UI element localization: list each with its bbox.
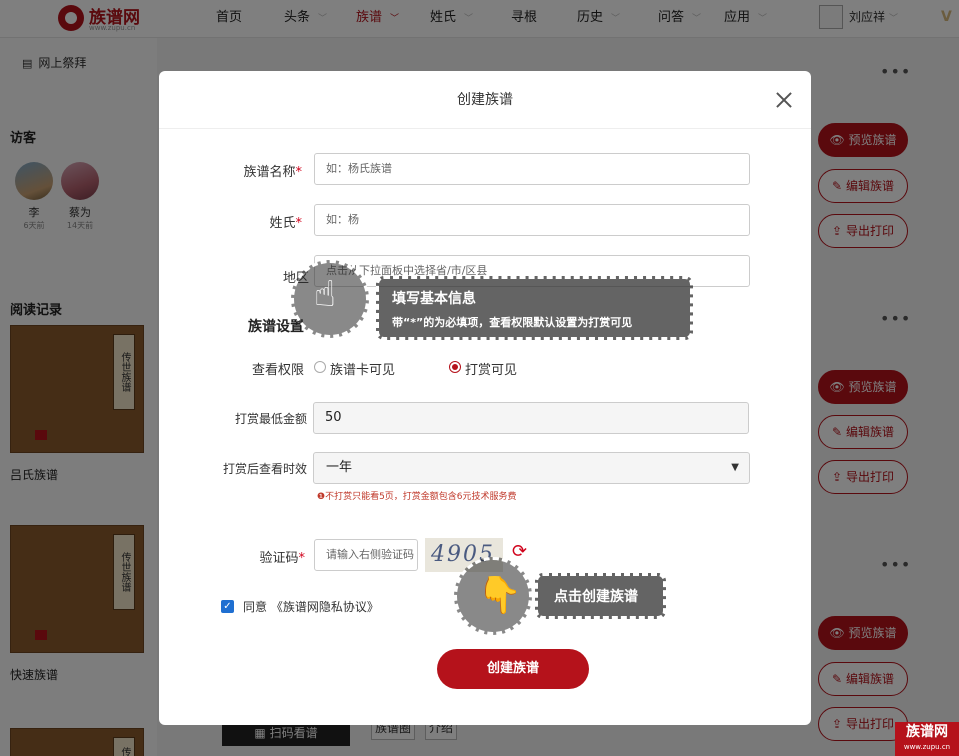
duration-select[interactable]: 一年 ▼ (313, 452, 750, 484)
chevron-down-icon: ▼ (731, 462, 739, 473)
guide-tip-title: 填写基本信息 (392, 291, 476, 307)
guide-tip-fill-info: 填写基本信息 带“*”的为必填项，查看权限默认设置为打赏可见 (376, 276, 693, 340)
modal-title: 创建族谱 (159, 71, 811, 129)
hand-pointer-guide: 👇 (454, 557, 532, 635)
highlight-panel: 族谱名称* 如：杨氏族谱 姓氏* 如：杨 (230, 138, 768, 251)
guide-tip-create-text: 点击创建族谱 (554, 589, 638, 605)
radio-reward-visible-label[interactable]: 打赏可见 (465, 359, 517, 378)
corner-logo: 族谱网 www.zupu.cn (895, 722, 959, 756)
min-amount-label: 打赏最低金额 (234, 412, 307, 426)
hand-pointer-guide: ☝ (291, 260, 369, 338)
radio-reward-visible[interactable] (449, 361, 461, 373)
radio-card-visible[interactable] (314, 361, 326, 373)
hand-pointer-icon: ☝ (314, 274, 336, 315)
agree-checkbox[interactable]: ✓ (221, 600, 234, 613)
genealogy-name-input[interactable]: 如：杨氏族谱 (314, 153, 750, 185)
create-genealogy-button[interactable]: 创建族谱 (437, 649, 589, 689)
captcha-input[interactable]: 请输入右侧验证码 (314, 539, 418, 571)
duration-value: 一年 (326, 460, 353, 475)
duration-label: 打赏后查看时效 (222, 462, 307, 476)
surname-input[interactable]: 如：杨 (314, 204, 750, 236)
duration-hint: ❶不打赏只能看5页，打赏金额包含6元技术服务费 (317, 492, 517, 502)
corner-logo-url: www.zupu.cn (903, 743, 951, 751)
privacy-agreement-text[interactable]: 同意 《族谱网隐私协议》 (243, 598, 379, 615)
view-permission-label: 查看权限 (251, 363, 304, 378)
guide-tip-create: 点击创建族谱 (535, 573, 666, 619)
close-icon[interactable] (775, 91, 793, 109)
radio-card-visible-label[interactable]: 族谱卡可见 (330, 359, 395, 378)
genealogy-name-label: 族谱名称* (243, 165, 302, 180)
min-amount-input[interactable]: 50 (313, 402, 749, 434)
hand-pointer-down-icon: 👇 (477, 575, 522, 616)
refresh-icon[interactable]: ⟳ (512, 541, 527, 562)
surname-label: 姓氏* (269, 216, 302, 231)
corner-logo-title: 族谱网 (906, 724, 948, 740)
captcha-label: 验证码* (259, 551, 305, 566)
guide-tip-subtitle: 带“*”的为必填项，查看权限默认设置为打赏可见 (392, 316, 633, 329)
